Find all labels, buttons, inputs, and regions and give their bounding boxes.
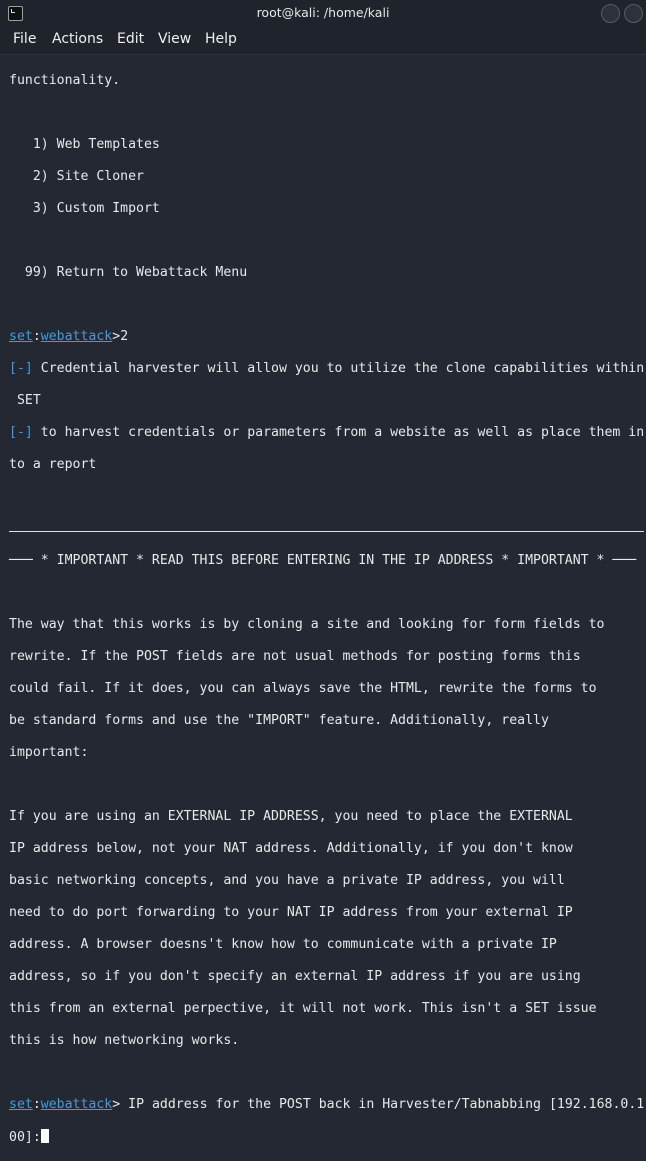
text-line: be standard forms and use the "IMPORT" f…	[9, 713, 549, 728]
title-bar: root@kali: /home/kali	[0, 0, 646, 27]
text-line: If you are using an EXTERNAL IP ADDRESS,…	[9, 809, 573, 824]
close-button[interactable]	[624, 4, 643, 23]
terminal-line: functionality.	[9, 73, 121, 88]
info-text: Credential harvester will allow you to u…	[32, 361, 645, 376]
prompt-text: 00]:	[9, 1130, 41, 1145]
menu-option: 2) Site Cloner	[9, 169, 144, 184]
prompt-line: 00]:	[9, 1129, 646, 1145]
menu-option: 3) Custom Import	[9, 201, 160, 216]
menu-actions[interactable]: Actions	[52, 31, 103, 47]
info-line: to a report	[9, 457, 97, 472]
prompt-text: IP address for the POST back in Harveste…	[120, 1097, 645, 1112]
text-line: address. A browser doesns't know how to …	[9, 937, 557, 952]
text-line: important:	[9, 745, 89, 760]
info-text: to harvest credentials or parameters fro…	[32, 425, 645, 440]
window-title: root@kali: /home/kali	[256, 5, 390, 20]
menu-bar: File Actions Edit View Help	[0, 27, 646, 55]
info-line: SET	[9, 393, 41, 408]
prompt-sep: :	[32, 329, 41, 344]
prompt-gt: >	[112, 329, 121, 344]
info-tag: [-]	[9, 425, 33, 440]
terminal-output[interactable]: functionality. 1) Web Templates 2) Site …	[9, 57, 646, 1161]
info-tag: [-]	[9, 361, 33, 376]
menu-file[interactable]: File	[13, 31, 36, 47]
text-line: could fail. If it does, you can always s…	[9, 681, 597, 696]
prompt-line: set:webattack>2	[9, 329, 646, 345]
prompt-set: set	[9, 1097, 33, 1112]
user-input: 2	[120, 329, 129, 344]
prompt-module: webattack	[40, 1097, 113, 1112]
prompt-set: set	[9, 329, 33, 344]
important-banner: ─── * IMPORTANT * READ THIS BEFORE ENTER…	[9, 553, 637, 568]
text-line: The way that this works is by cloning a …	[9, 617, 605, 632]
prompt-module: webattack	[40, 329, 113, 344]
prompt-line: set:webattack> IP address for the POST b…	[9, 1097, 646, 1113]
menu-option: 1) Web Templates	[9, 137, 160, 152]
separator	[9, 521, 646, 537]
text-line: basic networking concepts, and you have …	[9, 873, 565, 888]
text-line: need to do port forwarding to your NAT I…	[9, 905, 573, 920]
text-line: rewrite. If the POST fields are not usua…	[9, 649, 581, 664]
minimize-button[interactable]	[601, 4, 620, 23]
text-cursor[interactable]	[40, 1129, 49, 1143]
text-line: this from an external perpective, it wil…	[9, 1001, 597, 1016]
menu-edit[interactable]: Edit	[117, 31, 144, 47]
prompt-gt: >	[112, 1097, 121, 1112]
prompt-sep: :	[32, 1097, 41, 1112]
menu-help[interactable]: Help	[205, 31, 237, 47]
menu-option: 99) Return to Webattack Menu	[9, 265, 248, 280]
info-line: [-] to harvest credentials or parameters…	[9, 425, 646, 441]
text-line: this is how networking works.	[9, 1033, 240, 1048]
menu-view[interactable]: View	[158, 31, 191, 47]
text-line: address, so if you don't specify an exte…	[9, 969, 581, 984]
text-line: IP address below, not your NAT address. …	[9, 841, 573, 856]
info-line: [-] Credential harvester will allow you …	[9, 361, 646, 377]
